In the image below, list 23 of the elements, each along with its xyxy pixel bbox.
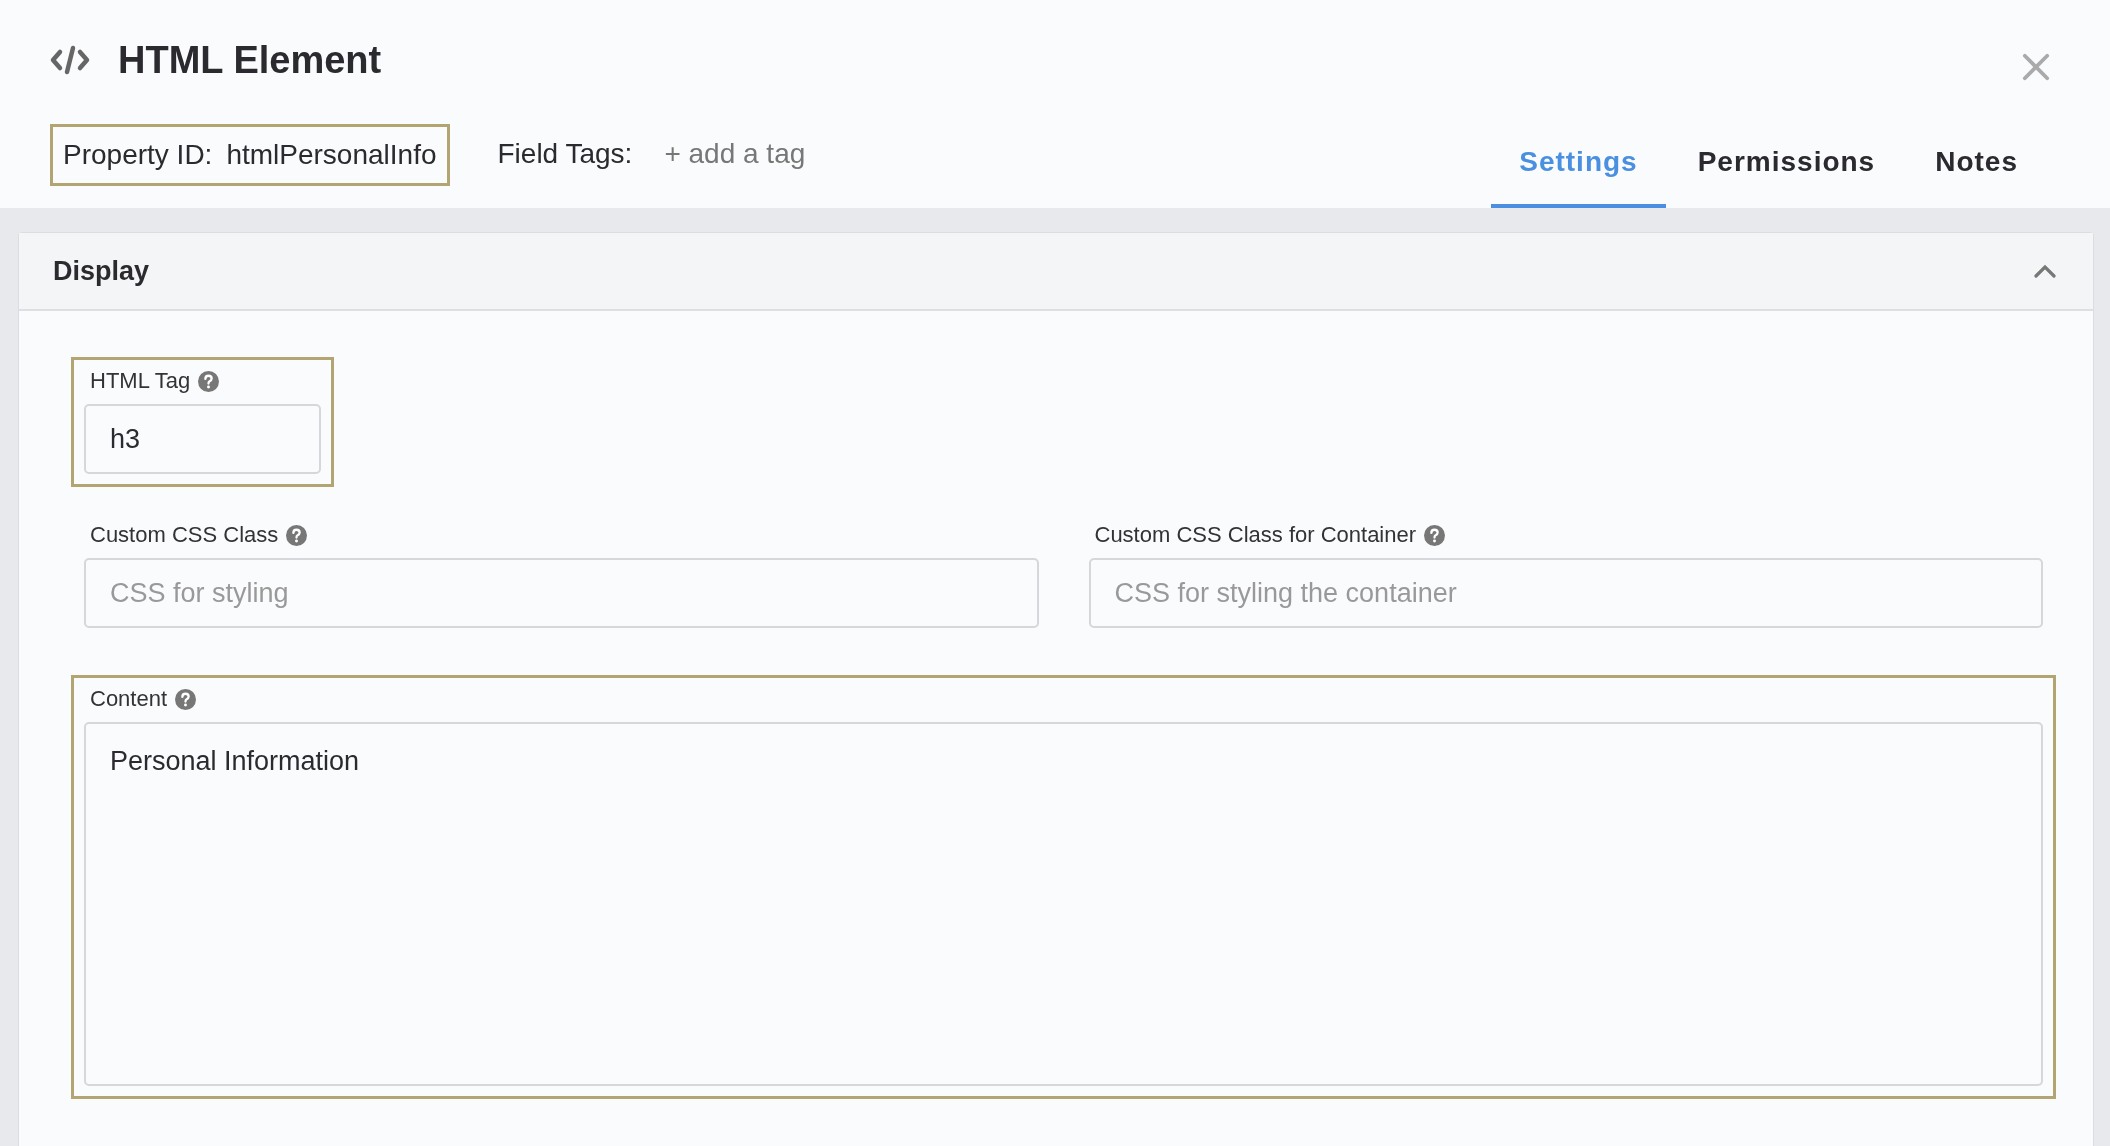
field-tags-label: Field Tags: — [497, 138, 633, 170]
dialog-title: HTML Element — [118, 38, 383, 82]
field-label: HTML Tag — [90, 368, 191, 394]
section-title: Display — [53, 255, 150, 287]
input-field[interactable]: h3 — [84, 404, 321, 474]
property-id-label: Property ID: — [63, 139, 213, 171]
tab[interactable]: Notes — [1907, 124, 2046, 208]
property-id-value: htmlPersonalInfo — [226, 139, 437, 171]
chevron-icon[interactable] — [2033, 264, 2057, 278]
code-icon — [50, 45, 90, 75]
input-field[interactable]: CSS for styling — [84, 558, 1039, 628]
section-header[interactable]: Display — [19, 233, 2093, 311]
help-icon[interactable] — [175, 688, 197, 710]
tab[interactable]: Permissions — [1669, 124, 1904, 208]
field-label: Custom CSS Class — [90, 522, 279, 548]
help-icon[interactable] — [286, 524, 308, 546]
field-label: Custom CSS Class for Container — [1094, 522, 1417, 548]
add-tag-link[interactable]: + add a tag — [664, 138, 806, 170]
field-label: Content — [90, 686, 168, 712]
help-icon[interactable] — [1424, 524, 1446, 546]
input-field[interactable]: CSS for styling the container — [1088, 558, 2043, 628]
content-textarea[interactable]: Personal Information — [84, 722, 2043, 1086]
help-icon[interactable] — [198, 370, 220, 392]
